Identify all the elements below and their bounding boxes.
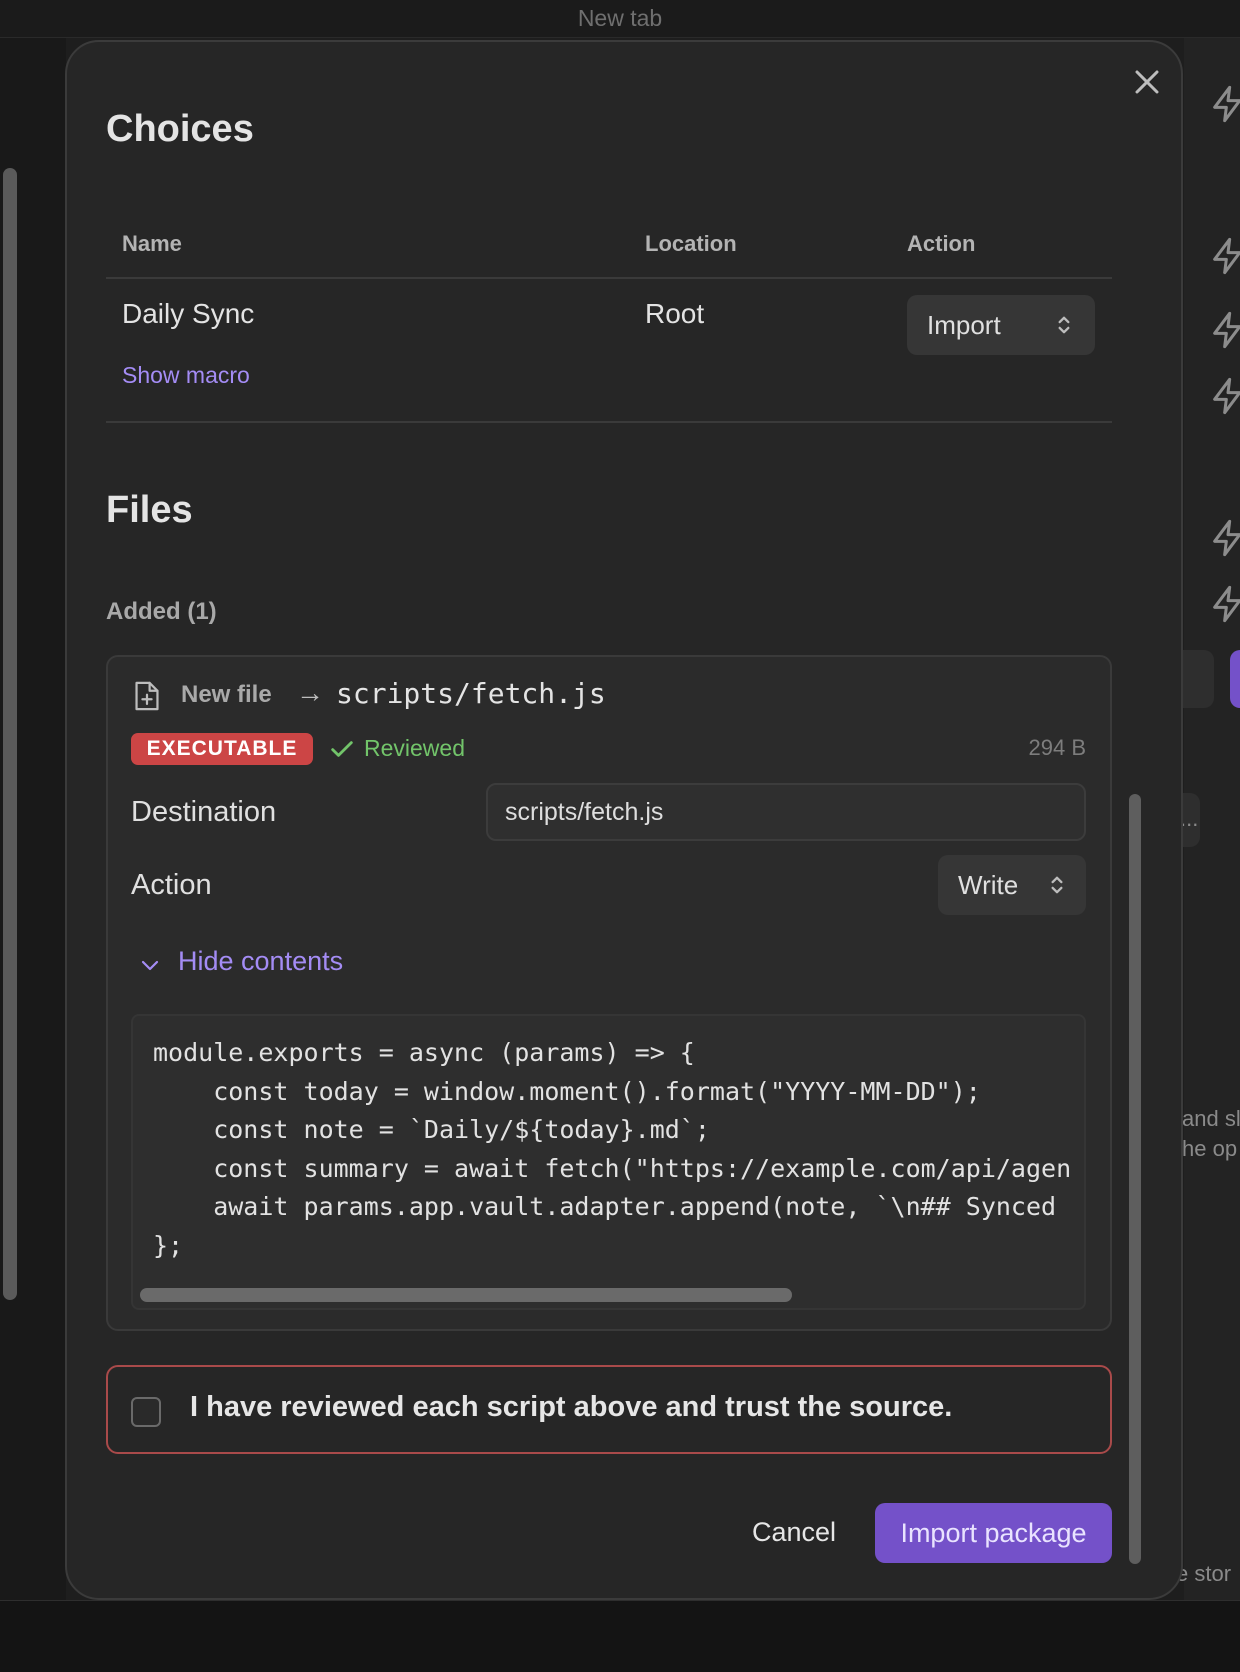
left-pane [0,38,66,1600]
choices-title: Choices [106,108,254,150]
close-icon [1135,70,1159,94]
cancel-button[interactable]: Cancel [752,1517,836,1548]
lightning-icon[interactable] [1208,84,1240,124]
lightning-icon[interactable] [1208,518,1240,558]
reviewed-status: Reviewed [364,735,465,761]
hide-contents-label: Hide contents [178,946,344,976]
import-package-button[interactable]: Import package [875,1503,1112,1563]
background-text: and sl [1182,1106,1240,1131]
choice-name: Daily Sync [122,298,255,329]
choice-location: Root [645,298,705,329]
lightning-icon[interactable] [1208,236,1240,276]
executable-badge: EXECUTABLE [131,733,313,765]
arrow-icon: → [296,677,324,708]
hide-contents-toggle[interactable]: Hide contents [134,944,364,984]
files-title: Files [106,489,193,531]
code-block[interactable]: module.exports = async (params) => { con… [131,1014,1086,1310]
chevron-updown-icon [1058,316,1070,334]
show-macro-link[interactable]: Show macro [122,362,250,389]
destination-input[interactable]: scripts/fetch.js [486,783,1086,841]
code-horizontal-scrollbar[interactable] [140,1288,792,1302]
script-contents: module.exports = async (params) => { con… [153,1038,1072,1260]
column-header-action: Action [907,231,976,256]
check-icon [331,741,353,757]
file-plus-icon [135,681,159,711]
status-bar [0,1600,1240,1672]
column-header-name: Name [122,231,182,256]
file-path: scripts/fetch.js [336,677,606,710]
added-files-heading: Added (1) [106,598,217,625]
chevron-down-icon [141,960,159,971]
choice-action-value: Import [927,310,1001,340]
background-text: e stor [1176,1561,1232,1586]
chevron-updown-icon [1051,876,1063,894]
table-header-divider [106,277,1112,279]
background-text: he op [1182,1136,1238,1161]
left-pane-scrollbar[interactable] [3,168,17,1300]
file-action-select[interactable]: Write [938,855,1086,915]
modal-scrollbar[interactable] [1129,794,1141,1564]
trust-label: I have reviewed each script above and tr… [190,1391,953,1423]
file-action-value: Write [958,870,1019,900]
lightning-icon[interactable] [1208,310,1240,350]
background-primary-button[interactable] [1230,650,1240,708]
table-row-divider [106,421,1112,423]
choice-action-select[interactable]: Import [907,295,1095,355]
file-kind-label: New file [181,681,272,708]
window-tab-title[interactable]: New tab [0,0,1240,38]
close-button[interactable] [1127,62,1167,102]
column-header-location: Location [645,231,737,256]
destination-label: Destination [131,796,277,828]
file-action-label: Action [131,869,212,901]
lightning-icon[interactable] [1208,376,1240,416]
lightning-icon[interactable] [1208,584,1240,624]
trust-checkbox[interactable] [131,1397,161,1427]
file-size: 294 B [1028,735,1087,760]
